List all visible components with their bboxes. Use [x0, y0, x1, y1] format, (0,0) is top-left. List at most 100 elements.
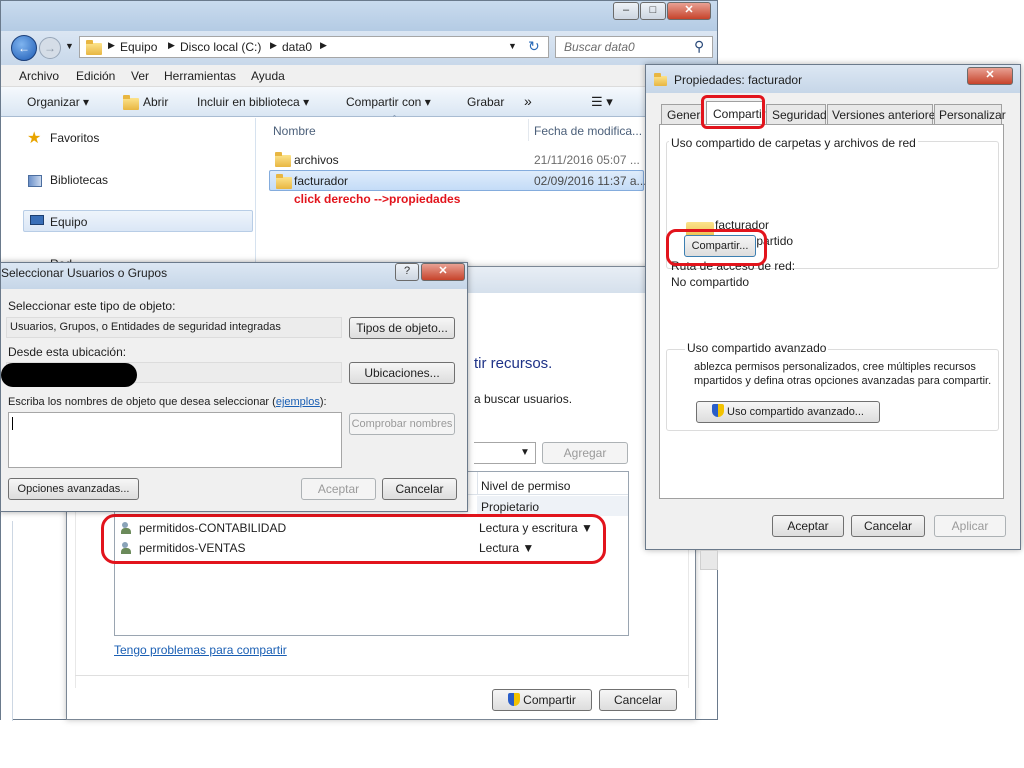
nav-equipo[interactable]: Equipo: [50, 215, 87, 229]
col-level-header[interactable]: Nivel de permiso: [481, 479, 570, 493]
permission-level-label: Lectura y escritura: [479, 521, 578, 535]
open-button[interactable]: Abrir: [143, 95, 168, 109]
file-row-facturador[interactable]: facturador 02/09/2016 11:37 a...: [269, 170, 647, 191]
text-cursor: [12, 417, 13, 430]
tab-seguridad-label: Seguridad: [772, 108, 827, 122]
breadcrumb-disk[interactable]: Disco local (C:): [180, 40, 261, 54]
select-close-button[interactable]: ✕: [421, 263, 465, 281]
properties-dialog: Propiedades: facturador ✕ General Compar…: [645, 64, 1021, 550]
add-button[interactable]: Agregar: [542, 442, 628, 464]
wizard-cancel-button[interactable]: Cancelar: [599, 689, 677, 711]
object-names-label: Escriba los nombres de objeto que desea …: [8, 396, 327, 408]
examples-link[interactable]: ejemplos: [276, 396, 320, 408]
object-type-label: Seleccionar este tipo de objeto:: [8, 299, 176, 313]
address-bar[interactable]: ▶ Equipo ▶ Disco local (C:) ▶ data0 ▶ ▼ …: [79, 36, 549, 58]
permission-level-label: Lectura: [479, 541, 520, 555]
path-value: No compartido: [671, 275, 750, 289]
menu-ayuda[interactable]: Ayuda: [251, 69, 285, 83]
breadcrumb-equipo[interactable]: Equipo: [120, 40, 157, 54]
share-with-button[interactable]: Compartir con ▾: [346, 95, 431, 109]
column-date-header[interactable]: Fecha de modifica...: [534, 124, 642, 138]
check-names-button[interactable]: Comprobar nombres: [349, 413, 455, 435]
folder-icon: [86, 40, 102, 55]
chevron-right-icon: ▶: [168, 40, 175, 50]
search-icon[interactable]: ⚲: [694, 38, 704, 55]
folder-icon: [275, 152, 291, 167]
table-row[interactable]: permitidos-CONTABILIDAD Lectura y escrit…: [119, 518, 624, 538]
tab-versiones-label: Versiones anteriores: [832, 108, 942, 122]
help-button[interactable]: ?: [395, 263, 419, 281]
include-library-button[interactable]: Incluir en biblioteca ▾: [197, 95, 309, 109]
properties-close-button[interactable]: ✕: [967, 67, 1013, 85]
advanced-sharing-button[interactable]: Uso compartido avanzado...: [696, 401, 880, 423]
shield-icon: [508, 693, 521, 706]
search-box[interactable]: Buscar data0 ⚲: [555, 36, 713, 58]
properties-apply-button[interactable]: Aplicar: [934, 515, 1006, 537]
folder-icon: [276, 174, 292, 189]
object-types-button[interactable]: Tipos de objeto...: [349, 317, 455, 339]
tab-personalizar-label: Personalizar: [939, 108, 1006, 122]
table-row[interactable]: permitidos-VENTAS Lectura ▼: [119, 538, 624, 558]
object-type-field: Usuarios, Grupos, o Entidades de segurid…: [6, 317, 342, 338]
tab-general[interactable]: General: [661, 104, 704, 124]
share-button-label: Compartir: [523, 693, 576, 707]
star-icon: ★: [27, 130, 42, 147]
group-advanced-text-1: ablezca permisos personalizados, cree mú…: [694, 361, 976, 373]
shield-icon: [712, 404, 725, 417]
search-input[interactable]: Buscar data0: [564, 40, 635, 54]
group-advanced-text-2: mpartidos y defina otras opciones avanza…: [694, 375, 992, 387]
file-row-archivos[interactable]: archivos 21/11/2016 05:07 ...: [269, 149, 644, 169]
properties-ok-button[interactable]: Aceptar: [772, 515, 844, 537]
scrollbar-remnant: [700, 550, 718, 570]
minimize-button[interactable]: –: [613, 2, 639, 20]
advanced-sharing-label: Uso compartido avanzado...: [727, 406, 864, 418]
refresh-icon[interactable]: ↻: [528, 38, 540, 55]
share-folder-button[interactable]: Compartir...: [684, 235, 756, 257]
select-cancel-button[interactable]: Cancelar: [382, 478, 457, 500]
share-button[interactable]: Compartir: [492, 689, 592, 711]
forward-button[interactable]: →: [39, 37, 61, 59]
tab-seguridad[interactable]: Seguridad: [766, 104, 827, 124]
tab-personalizar[interactable]: Personalizar: [934, 104, 1006, 124]
breadcrumb-data0[interactable]: data0: [282, 40, 312, 54]
advanced-options-button[interactable]: Opciones avanzadas...: [8, 478, 139, 500]
file-date: 21/11/2016 05:07 ...: [534, 153, 640, 167]
share-with-label: Compartir con: [346, 95, 422, 109]
menu-archivo[interactable]: Archivo: [19, 69, 59, 83]
nav-bibliotecas[interactable]: Bibliotecas: [50, 173, 108, 187]
object-names-input[interactable]: [8, 412, 342, 468]
column-name-header[interactable]: Nombre: [273, 124, 316, 138]
close-button[interactable]: ✕: [667, 2, 711, 20]
chevron-right-icon: ▶: [320, 40, 327, 50]
explorer-titlebar: [1, 1, 717, 31]
maximize-button[interactable]: □: [640, 2, 666, 20]
menu-ver[interactable]: Ver: [131, 69, 149, 83]
tab-compartir[interactable]: Compartir: [706, 101, 766, 125]
group-network-sharing-label: Uso compartido de carpetas y archivos de…: [669, 136, 918, 150]
organize-label: Organizar: [27, 95, 80, 109]
back-button[interactable]: ←: [11, 35, 37, 61]
select-ok-button[interactable]: Aceptar: [301, 478, 376, 500]
redacted-location: [1, 363, 137, 387]
help-link[interactable]: Tengo problemas para compartir: [114, 643, 287, 657]
address-dropdown-icon[interactable]: ▼: [508, 41, 517, 51]
locations-button[interactable]: Ubicaciones...: [349, 362, 455, 384]
view-options-icon[interactable]: ☰ ▾: [591, 94, 613, 110]
burn-button[interactable]: Grabar: [467, 95, 504, 109]
computer-icon: [30, 215, 44, 225]
tab-versiones[interactable]: Versiones anteriores: [827, 104, 941, 124]
file-date: 02/09/2016 11:37 a...: [534, 174, 647, 188]
more-commands-button[interactable]: »: [524, 93, 532, 109]
user-combo[interactable]: ▼: [474, 442, 536, 464]
permission-level[interactable]: Lectura ▼: [479, 541, 534, 555]
menu-herramientas[interactable]: Herramientas: [164, 69, 236, 83]
properties-cancel-button[interactable]: Cancelar: [851, 515, 925, 537]
recent-dropdown-icon[interactable]: ▼: [65, 41, 74, 51]
organize-button[interactable]: Organizar ▾: [27, 95, 89, 109]
open-icon: [123, 95, 139, 110]
nav-favoritos[interactable]: Favoritos: [50, 131, 99, 145]
file-name: facturador: [294, 174, 349, 188]
menu-edicion[interactable]: Edición: [76, 69, 115, 83]
libraries-icon: [28, 175, 42, 187]
permission-level[interactable]: Lectura y escritura ▼: [479, 521, 593, 535]
